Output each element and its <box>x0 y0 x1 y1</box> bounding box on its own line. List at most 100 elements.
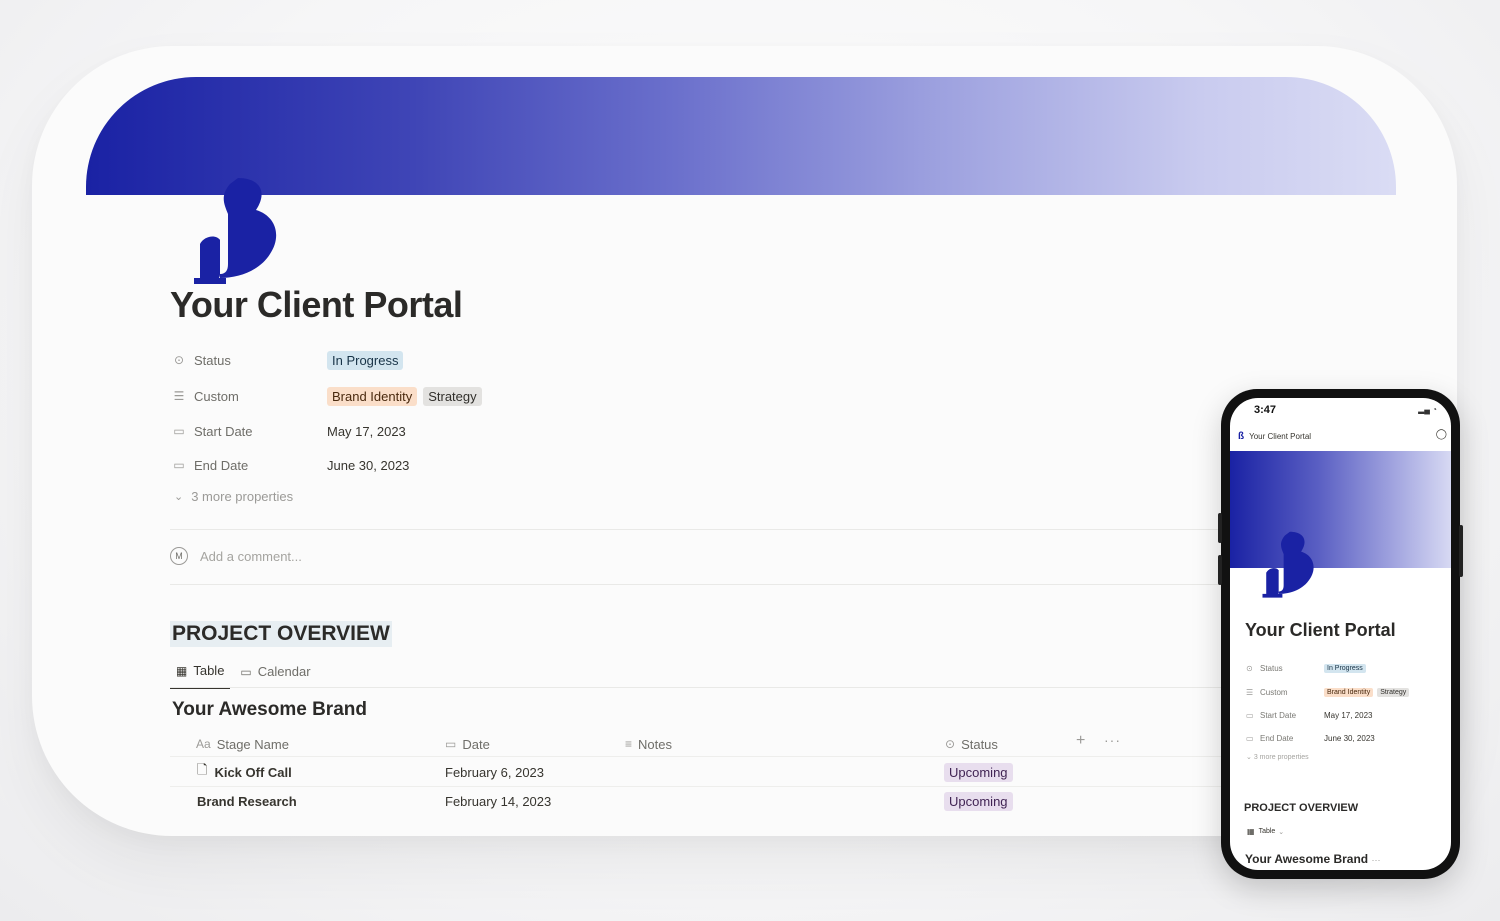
list-icon: ☰ <box>173 389 185 403</box>
text-type-icon: Aa <box>196 737 211 751</box>
tab-label: Calendar <box>257 664 311 679</box>
chevron-down-icon: ⌄ <box>1278 828 1285 836</box>
property-label: Status <box>194 352 231 368</box>
calendar-icon: ▭ <box>240 664 252 679</box>
database-title[interactable]: Your Awesome Brand <box>172 699 367 721</box>
property-end-date[interactable]: ▭ End Date June 30, 2023 <box>172 453 409 477</box>
page-title[interactable]: Your Client Portal <box>170 284 463 326</box>
avatar: M <box>170 547 188 565</box>
phone-property-status[interactable]: ⊙ Status In Progress <box>1246 663 1370 673</box>
row-status[interactable]: Upcoming <box>944 790 1019 812</box>
row-date[interactable]: February 6, 2023 <box>445 761 544 783</box>
calendar-icon: ▭ <box>173 458 185 472</box>
brand-logo-icon: ß <box>1238 431 1245 442</box>
property-label: End Date <box>194 457 249 473</box>
comment-placeholder: Add a comment... <box>200 548 302 564</box>
phone-property-start-date[interactable]: ▭ Start Date May 17, 2023 <box>1246 711 1372 720</box>
custom-tag: Brand Identity <box>1324 688 1374 697</box>
phone-tab-table[interactable]: ▦ Table ⌄ <box>1247 827 1284 836</box>
comment-input[interactable]: M Add a comment... <box>170 547 302 565</box>
custom-tag: Strategy <box>1377 688 1410 697</box>
phone-property-label: Status <box>1260 663 1283 673</box>
end-date-value: June 30, 2023 <box>1324 734 1375 743</box>
start-date-value[interactable]: May 17, 2023 <box>327 424 406 439</box>
row-divider <box>170 756 1232 757</box>
more-options-icon[interactable]: ··· <box>1371 855 1380 865</box>
status-tag[interactable]: In Progress <box>327 350 404 370</box>
phone-nav-title-text: Your Client Portal <box>1249 432 1312 441</box>
view-tabs: ▦ Table ▭ Calendar <box>170 658 321 689</box>
status-tag: In Progress <box>1324 664 1366 673</box>
property-label: Custom <box>194 388 239 404</box>
phone-page-title[interactable]: Your Client Portal <box>1245 620 1396 641</box>
brand-logo-icon <box>1262 531 1314 598</box>
property-status[interactable]: ⊙ Status In Progress <box>172 348 409 372</box>
calendar-icon: ▭ <box>1246 734 1254 743</box>
row-status[interactable]: Upcoming <box>944 761 1019 783</box>
table-icon: ▦ <box>176 663 188 678</box>
brand-logo-icon <box>194 178 277 284</box>
signal-wifi-icon: ▂▄ ◔ <box>1418 405 1437 414</box>
row-date[interactable]: February 14, 2023 <box>445 790 551 812</box>
phone-screen: 3:47 ▂▄ ◔ ß Your Client Portal ◯ Your Cl… <box>1230 398 1451 870</box>
phone-mockup: 3:47 ▂▄ ◔ ß Your Client Portal ◯ Your Cl… <box>1218 389 1463 879</box>
status-icon: ⊙ <box>1246 663 1253 673</box>
tab-calendar[interactable]: ▭ Calendar <box>234 658 316 689</box>
custom-tag[interactable]: Strategy <box>423 386 482 406</box>
table-icon: ▦ <box>1247 827 1255 836</box>
status-tag: Upcoming <box>944 791 1013 811</box>
tab-table[interactable]: ▦ Table <box>170 658 231 689</box>
more-properties-label: 3 more properties <box>191 489 294 504</box>
list-icon: ☰ <box>1246 687 1254 697</box>
status-icon: ⊙ <box>173 353 185 367</box>
status-tag: Upcoming <box>944 762 1013 782</box>
search-icon[interactable]: ◯ <box>1436 429 1447 440</box>
document-icon: 🗋 <box>197 762 208 777</box>
more-properties-toggle[interactable]: ⌄ 3 more properties <box>174 489 293 504</box>
phone-nav-title[interactable]: ß Your Client Portal <box>1238 431 1311 442</box>
chevron-down-icon: ⌄ <box>174 491 184 503</box>
column-label: Notes <box>638 736 672 752</box>
column-header-status[interactable]: ⊙ Status <box>945 732 998 756</box>
phone-database-title[interactable]: Your Awesome Brand ··· <box>1245 852 1380 866</box>
property-start-date[interactable]: ▭ Start Date May 17, 2023 <box>172 419 406 443</box>
phone-side-button <box>1459 525 1463 577</box>
divider <box>170 529 1232 530</box>
phone-property-label: Start Date <box>1260 711 1297 720</box>
table-row-name[interactable]: 🗋 Kick Off Call <box>197 761 292 783</box>
tab-label: Table <box>193 663 225 678</box>
start-date-value: May 17, 2023 <box>1324 711 1373 720</box>
property-custom[interactable]: ☰ Custom Brand Identity Strategy <box>172 384 488 408</box>
chevron-down-icon: ⌄ <box>1246 754 1254 761</box>
column-header-date[interactable]: ▭ Date <box>445 732 490 756</box>
row-name: Kick Off Call <box>214 764 292 780</box>
phone-property-end-date[interactable]: ▭ End Date June 30, 2023 <box>1246 734 1375 743</box>
column-header-stage-name[interactable]: Aa Stage Name <box>196 732 289 756</box>
calendar-icon: ▭ <box>445 737 457 751</box>
calendar-icon: ▭ <box>1246 711 1254 720</box>
tab-divider <box>170 687 1232 688</box>
row-name[interactable]: Brand Research <box>197 790 297 812</box>
phone-time: 3:47 <box>1254 404 1277 416</box>
phone-property-label: End Date <box>1260 734 1294 743</box>
phone-property-label: Custom <box>1260 687 1288 697</box>
column-header-notes[interactable]: ≡ Notes <box>625 732 672 756</box>
custom-tag[interactable]: Brand Identity <box>327 386 418 406</box>
row-divider <box>170 786 1232 787</box>
section-heading: PROJECT OVERVIEW <box>170 621 392 647</box>
phone-property-custom[interactable]: ☰ Custom Brand Identity Strategy <box>1246 687 1413 697</box>
phone-side-button <box>1218 513 1222 543</box>
phone-more-properties[interactable]: ⌄ 3 more properties <box>1246 753 1309 761</box>
add-column-icon[interactable]: + <box>1076 732 1085 750</box>
page-cover[interactable] <box>86 77 1396 195</box>
phone-tab-label: Table <box>1258 828 1276 835</box>
end-date-value[interactable]: June 30, 2023 <box>327 458 409 473</box>
status-icon: ⊙ <box>945 737 956 751</box>
more-options-icon[interactable]: ··· <box>1104 732 1121 748</box>
divider <box>170 584 1232 585</box>
column-label: Date <box>462 736 490 752</box>
phone-more-properties-label: 3 more properties <box>1253 754 1309 761</box>
column-label: Status <box>961 736 998 752</box>
lines-icon: ≡ <box>625 737 633 751</box>
phone-side-button <box>1218 555 1222 585</box>
